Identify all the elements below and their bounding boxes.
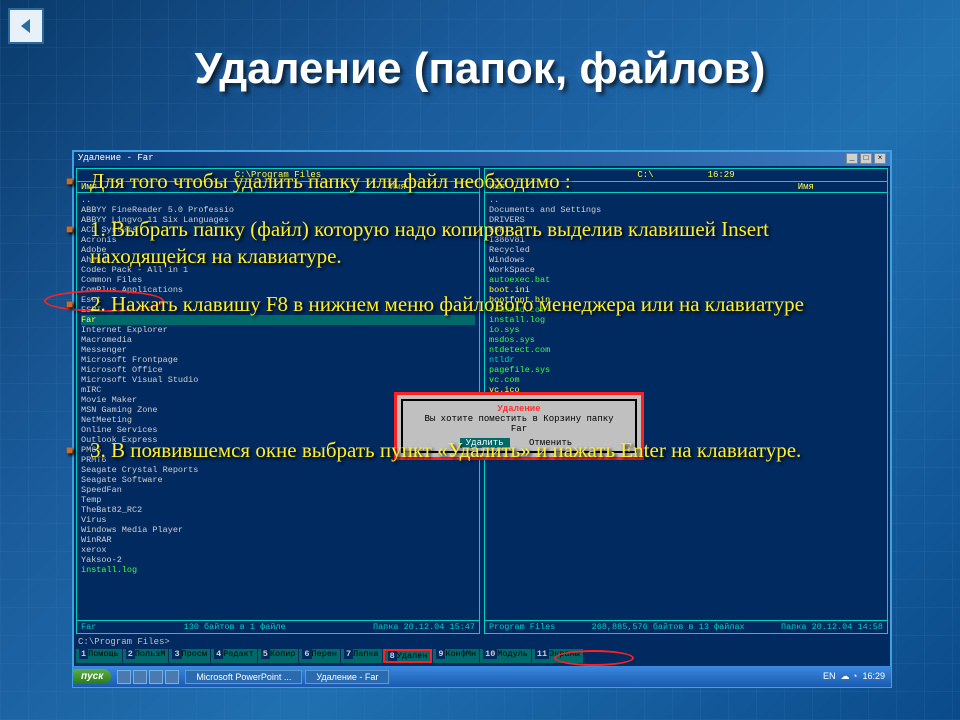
quicklaunch-icon[interactable] <box>165 670 179 684</box>
right-status3: Папка 20.12.04 14:58 <box>781 622 883 632</box>
list-item[interactable]: Temp <box>81 495 475 505</box>
quicklaunch-icon[interactable] <box>117 670 131 684</box>
far-titlebar: Удаление - Far _ □ × <box>74 152 890 166</box>
instruction-item: 2. Нажать клавишу F8 в нижнем меню файло… <box>56 291 876 317</box>
start-button[interactable]: пуск <box>73 669 111 684</box>
highlight-ellipse-f8 <box>554 650 634 666</box>
list-item[interactable]: Yaksoo-2 <box>81 555 475 565</box>
instruction-list: Для того чтобы удалить папку или файл не… <box>56 168 876 485</box>
list-item[interactable]: TheBat82_RC2 <box>81 505 475 515</box>
left-status2: 130 байтов в 1 файле <box>184 622 286 632</box>
minimize-icon[interactable]: _ <box>846 153 858 164</box>
tray-lang[interactable]: EN <box>823 671 836 681</box>
fkey-7[interactable]: 7Папка <box>341 649 382 663</box>
fkey-3[interactable]: 3Просм <box>169 649 210 663</box>
list-item[interactable]: SpeedFan <box>81 485 475 495</box>
command-line[interactable]: C:\Program Files> <box>74 636 890 648</box>
left-status3: Папка 20.12.04 15:47 <box>373 622 475 632</box>
quicklaunch-icon[interactable] <box>149 670 163 684</box>
instruction-item: 3. В появившемся окне выбрать пункт «Уда… <box>56 437 876 463</box>
fkey-5[interactable]: 5Копир <box>258 649 299 663</box>
quicklaunch-icon[interactable] <box>133 670 147 684</box>
tray-clock: 16:29 <box>862 671 885 681</box>
list-item[interactable]: install.log <box>81 565 475 575</box>
list-item[interactable]: xerox <box>81 545 475 555</box>
instruction-item: Для того чтобы удалить папку или файл не… <box>56 168 876 194</box>
slide-title: Удаление (папок, файлов) <box>0 44 960 94</box>
list-item[interactable]: Windows Media Player <box>81 525 475 535</box>
maximize-icon[interactable]: □ <box>860 153 872 164</box>
task-powerpoint[interactable]: Microsoft PowerPoint ... <box>185 670 302 684</box>
fkey-1[interactable]: 1Помощь <box>76 649 122 663</box>
list-item[interactable]: Virus <box>81 515 475 525</box>
far-title: Удаление - Far <box>78 153 154 165</box>
fkey-10[interactable]: 10Модуль <box>480 649 531 663</box>
function-key-bar: 1Помощь2ПользМ3Просм4Редакт5Копир6Перен7… <box>74 648 890 664</box>
instruction-item: 1. Выбрать папку (файл) которую надо коп… <box>56 216 876 269</box>
task-far[interactable]: Удаление - Far <box>305 670 389 684</box>
left-status1: Far <box>81 622 96 632</box>
fkey-2[interactable]: 2ПользМ <box>123 649 169 663</box>
back-button[interactable] <box>8 8 44 44</box>
right-status2: 268,885,576 байтов в 13 файлах <box>592 622 745 632</box>
fkey-8[interactable]: 8Удален <box>383 649 433 663</box>
taskbar: пуск Microsoft PowerPoint ... Удаление -… <box>72 666 892 688</box>
list-item[interactable]: WinRAR <box>81 535 475 545</box>
close-icon[interactable]: × <box>874 153 886 164</box>
right-status1: Program Files <box>489 622 555 632</box>
fkey-4[interactable]: 4Редакт <box>211 649 257 663</box>
fkey-9[interactable]: 9КонфМн <box>433 649 479 663</box>
fkey-6[interactable]: 6Перен <box>299 649 340 663</box>
